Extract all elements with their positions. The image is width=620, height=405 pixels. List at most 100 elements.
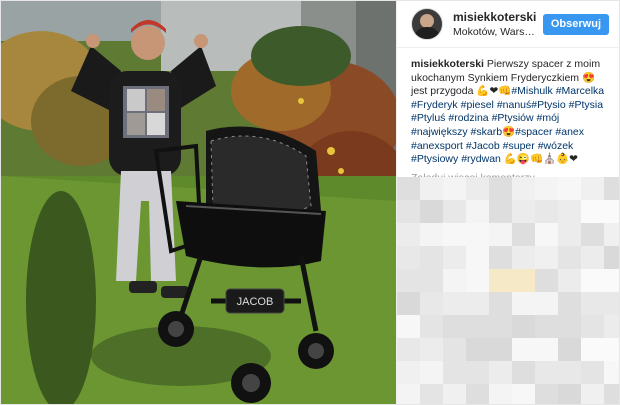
blur-pixel xyxy=(397,338,420,361)
hashtag-link[interactable]: #największy xyxy=(411,126,468,138)
blur-pixel xyxy=(512,384,535,404)
blur-pixel xyxy=(397,177,420,200)
hashtag-link[interactable]: #Ptyluś xyxy=(411,112,445,124)
blur-pixel xyxy=(489,292,512,315)
blur-pixel xyxy=(604,292,619,315)
blur-pixel xyxy=(443,384,466,404)
blur-pixel xyxy=(558,177,581,200)
blur-pixel xyxy=(443,246,466,269)
blur-pixel xyxy=(420,315,443,338)
blur-pixel xyxy=(443,177,466,200)
caption-body: Pierwszy spacer z moim ukochanym Synkiem… xyxy=(411,58,604,165)
blur-pixel xyxy=(512,177,535,200)
blur-pixel xyxy=(489,361,512,384)
hashtag-link[interactable]: #nanuś xyxy=(497,99,531,111)
follow-button[interactable]: Obserwuj xyxy=(542,13,609,35)
user-meta: misiekkoterski Mokotów, Warszawa,... xyxy=(453,10,537,39)
blur-pixel xyxy=(397,223,420,246)
hashtag-link[interactable]: #rodzina xyxy=(448,112,488,124)
hashtag-link[interactable]: #skarb xyxy=(471,126,503,138)
blur-pixel xyxy=(512,200,535,223)
blur-pixel xyxy=(535,315,558,338)
blur-pixel xyxy=(581,384,604,404)
hashtag-link[interactable]: #anexsport xyxy=(411,140,463,152)
blur-pixel xyxy=(466,315,489,338)
blur-pixel xyxy=(420,246,443,269)
blur-pixel xyxy=(466,292,489,315)
post-caption: misiekkoterski Pierwszy spacer z moim uk… xyxy=(397,48,619,167)
hashtag-link[interactable]: #anex xyxy=(555,126,584,138)
blur-pixel xyxy=(443,361,466,384)
stroller-brand-label: JACOB xyxy=(237,296,274,308)
blur-pixel xyxy=(420,292,443,315)
location-link[interactable]: Mokotów, Warszawa,... xyxy=(453,25,537,39)
post-photo[interactable]: JACOB xyxy=(1,1,396,404)
blur-pixel xyxy=(443,223,466,246)
hashtag-link[interactable]: #Ptysio xyxy=(531,99,565,111)
blur-pixel xyxy=(535,200,558,223)
post-header: misiekkoterski Mokotów, Warszawa,... Obs… xyxy=(397,1,619,48)
blur-pixel xyxy=(581,246,604,269)
hashtag-link[interactable]: #Ptysiów xyxy=(492,112,534,124)
blur-pixel xyxy=(581,292,604,315)
blur-pixel xyxy=(512,361,535,384)
blur-pixel xyxy=(489,200,512,223)
hashtag-link[interactable]: #Fryderyk xyxy=(411,99,458,111)
blur-pixel xyxy=(512,269,535,292)
blur-pixel xyxy=(512,315,535,338)
caption-username[interactable]: misiekkoterski xyxy=(411,58,484,70)
blur-pixel xyxy=(581,177,604,200)
blur-pixel xyxy=(489,269,512,292)
blur-pixel xyxy=(443,338,466,361)
blur-pixel xyxy=(604,223,619,246)
blur-pixel xyxy=(512,292,535,315)
instagram-post: JACOB misiekkoterski Mokotów, Warszawa,.… xyxy=(0,0,620,405)
blur-pixel xyxy=(535,177,558,200)
hashtag-link[interactable]: #Mishulk xyxy=(511,85,552,97)
blur-pixel xyxy=(466,384,489,404)
hashtag-link[interactable]: #wózek xyxy=(538,140,574,152)
avatar-shoulders xyxy=(414,27,440,39)
hashtag-link[interactable]: #Ptysiowy xyxy=(411,153,458,165)
blur-pixel xyxy=(558,361,581,384)
blur-pixel xyxy=(466,338,489,361)
caption-text: 😍 xyxy=(502,125,516,138)
hashtag-link[interactable]: #super xyxy=(503,140,535,152)
blur-pixel xyxy=(397,269,420,292)
hashtag-link[interactable]: #piesel xyxy=(461,99,494,111)
avatar[interactable] xyxy=(411,8,443,40)
blur-pixel xyxy=(558,384,581,404)
blur-pixel xyxy=(466,361,489,384)
blur-pixel xyxy=(558,269,581,292)
blur-pixel xyxy=(604,246,619,269)
blur-pixel xyxy=(489,384,512,404)
blur-pixel xyxy=(420,223,443,246)
blur-pixel xyxy=(604,269,619,292)
hashtag-link[interactable]: #Jacob xyxy=(466,140,500,152)
blur-pixel xyxy=(489,246,512,269)
blur-pixel xyxy=(535,361,558,384)
blur-pixel xyxy=(443,200,466,223)
blur-pixel xyxy=(604,361,619,384)
hashtag-link[interactable]: #mój xyxy=(537,112,560,124)
blur-pixel xyxy=(604,315,619,338)
blur-pixel xyxy=(489,223,512,246)
blur-pixel xyxy=(397,292,420,315)
blurred-comments-area xyxy=(397,177,619,404)
blur-pixel xyxy=(581,315,604,338)
photo-illustration: JACOB xyxy=(1,1,396,404)
blur-pixel xyxy=(397,384,420,404)
blur-pixel xyxy=(420,269,443,292)
blur-pixel xyxy=(558,338,581,361)
hashtag-link[interactable]: #Ptysia xyxy=(569,99,603,111)
username-link[interactable]: misiekkoterski xyxy=(453,10,537,25)
hashtag-link[interactable]: #rydwan xyxy=(461,153,501,165)
blur-pixel xyxy=(558,315,581,338)
blur-pixel xyxy=(535,269,558,292)
blur-pixel xyxy=(581,361,604,384)
hashtag-link[interactable]: #Marcelka xyxy=(556,85,604,97)
blur-pixel xyxy=(581,269,604,292)
blur-pixel xyxy=(604,177,619,200)
hashtag-link[interactable]: #spacer xyxy=(515,126,552,138)
blur-pixel xyxy=(558,200,581,223)
